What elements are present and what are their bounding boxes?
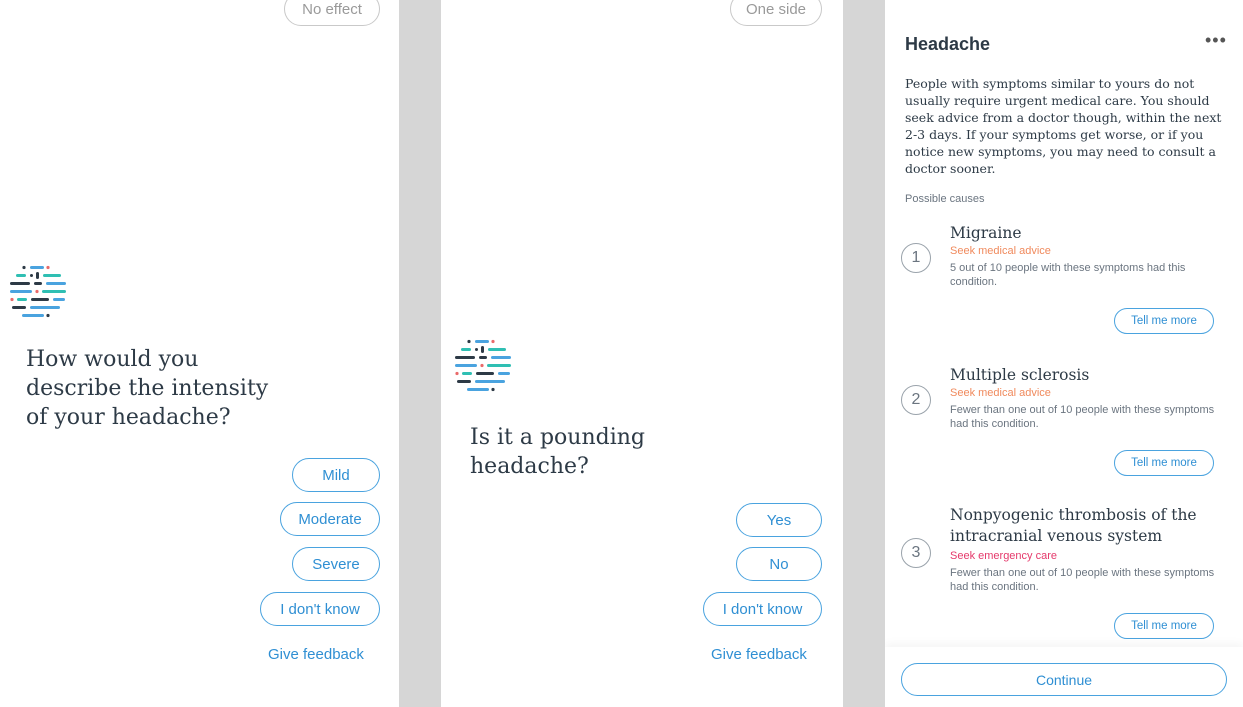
- screen-results: Headache ••• People with symptoms simila…: [885, 12, 1243, 707]
- symptom-checker-logo-icon: [455, 339, 511, 392]
- cause-name[interactable]: Nonpyogenic thrombosis of the intracrani…: [950, 505, 1230, 547]
- screen-pounding: One side Is it a pounding headache? Yes …: [441, 0, 843, 707]
- results-summary: People with symptoms similar to yours do…: [905, 76, 1222, 176]
- option-no[interactable]: No: [736, 547, 822, 581]
- continue-bar: Continue: [885, 647, 1243, 707]
- cause-description: Fewer than one out of 10 people with the…: [950, 404, 1215, 430]
- screen-divider: [399, 0, 441, 707]
- option-moderate[interactable]: Moderate: [280, 502, 380, 536]
- question-text: How would you describe the intensity of …: [26, 347, 269, 430]
- give-feedback-link[interactable]: Give feedback: [711, 646, 807, 663]
- cause-name[interactable]: Migraine: [950, 223, 1230, 244]
- question-text: Is it a pounding headache?: [470, 425, 645, 479]
- tell-me-more-button[interactable]: Tell me more: [1114, 308, 1214, 334]
- tell-me-more-button[interactable]: Tell me more: [1114, 450, 1214, 476]
- cause-care-level: Seek medical advice: [950, 245, 1051, 257]
- option-no-effect[interactable]: No effect: [284, 0, 380, 26]
- option-severe[interactable]: Severe: [292, 547, 380, 581]
- option-yes[interactable]: Yes: [736, 503, 822, 537]
- possible-causes-label: Possible causes: [905, 193, 985, 205]
- cause-number-badge: 2: [901, 385, 931, 415]
- tell-me-more-button[interactable]: Tell me more: [1114, 613, 1214, 639]
- screen-divider: [843, 0, 885, 707]
- continue-button[interactable]: Continue: [901, 663, 1227, 696]
- cause-care-level: Seek emergency care: [950, 550, 1057, 562]
- option-dont-know[interactable]: I don't know: [260, 592, 380, 626]
- cause-number-badge: 3: [901, 538, 931, 568]
- option-dont-know[interactable]: I don't know: [703, 592, 822, 626]
- cause-description: Fewer than one out of 10 people with the…: [950, 567, 1215, 593]
- cause-description: 5 out of 10 people with these symptoms h…: [950, 262, 1186, 288]
- results-title: Headache: [905, 34, 991, 54]
- cause-name[interactable]: Multiple sclerosis: [950, 365, 1230, 386]
- symptom-checker-logo-icon: [10, 265, 66, 318]
- more-dots-icon[interactable]: •••: [1205, 30, 1227, 51]
- option-one-side[interactable]: One side: [730, 0, 822, 26]
- give-feedback-link[interactable]: Give feedback: [268, 646, 364, 663]
- cause-number-badge: 1: [901, 243, 931, 273]
- cause-care-level: Seek medical advice: [950, 387, 1051, 399]
- panel-top-strip: [885, 0, 1243, 12]
- screen-intensity: No effect How would you describe the int…: [0, 0, 399, 707]
- option-mild[interactable]: Mild: [292, 458, 380, 492]
